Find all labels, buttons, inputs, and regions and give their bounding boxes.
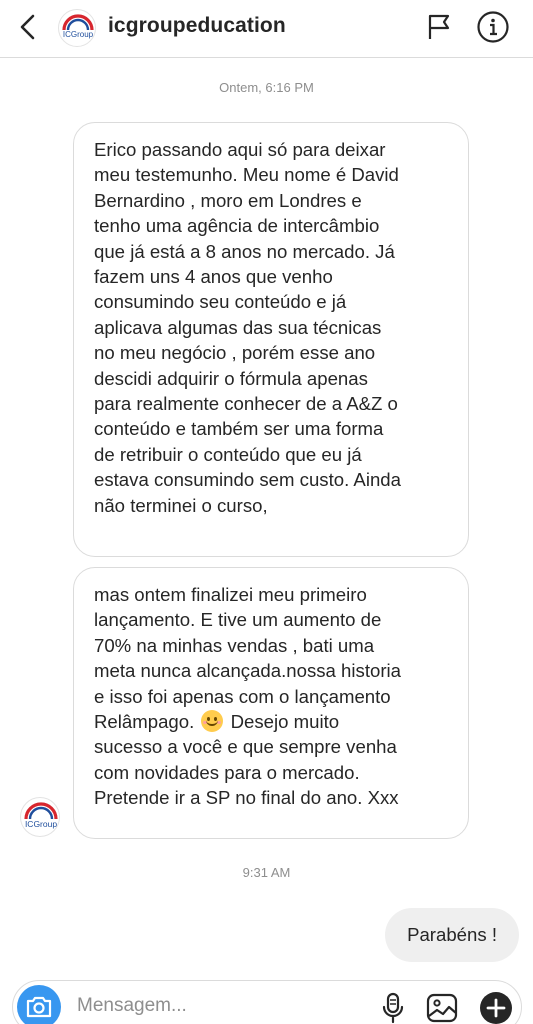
more-options-button[interactable] xyxy=(479,991,513,1024)
sender-avatar[interactable]: ICGroup xyxy=(20,797,60,837)
message-line: consumindo seu conteúdo e já xyxy=(94,291,347,313)
message-line: estava consumindo sem custo. Ainda xyxy=(94,469,401,491)
message-line: sucesso a você e que sempre venha xyxy=(94,736,397,758)
camera-icon xyxy=(26,996,52,1018)
message-line: conteúdo e também ser uma forma xyxy=(94,418,384,440)
header-avatar[interactable]: ICGroup xyxy=(58,9,96,47)
camera-button[interactable] xyxy=(17,985,61,1024)
message-text: Desejo muito xyxy=(230,711,340,733)
timestamp: Ontem, 6:16 PM xyxy=(219,80,314,95)
outgoing-message-bubble[interactable]: Parabéns ! xyxy=(385,908,519,962)
microphone-icon xyxy=(382,992,404,1024)
message-line: fazem uns 4 anos que venho xyxy=(94,266,333,288)
info-icon xyxy=(477,11,509,43)
message-line: meta nunca alcançada.nossa historia xyxy=(94,660,401,682)
plus-icon xyxy=(480,992,512,1024)
icgroup-logo: ICGroup xyxy=(24,802,58,829)
icgroup-logo: ICGroup xyxy=(62,14,94,39)
message-line: Pretende ir a SP no final do ano. Xxx xyxy=(94,787,399,809)
message-line: meu testemunho. Meu nome é David xyxy=(94,164,399,186)
report-button[interactable] xyxy=(425,12,453,42)
incoming-message-bubble[interactable]: mas ontem finalizei meu primeiro lançame… xyxy=(73,567,469,839)
message-line: Bernardino , moro em Londres e xyxy=(94,189,362,211)
smiling-face-emoji-icon xyxy=(201,710,224,733)
chat-header: ICGroup icgroupeducation xyxy=(0,0,533,58)
message-line: Erico passando aqui só para deixar xyxy=(94,139,386,160)
message-line: e isso foi apenas com o lançamento xyxy=(94,685,391,707)
image-icon xyxy=(426,993,458,1023)
message-composer xyxy=(12,980,522,1024)
incoming-message-bubble[interactable]: Erico passando aqui só para deixar meu t… xyxy=(73,122,469,557)
message-line: descidi adquirir o fórmula apenas xyxy=(94,367,368,389)
gallery-button[interactable] xyxy=(425,992,459,1024)
message-line: com novidades para o mercado. xyxy=(94,761,360,783)
info-button[interactable] xyxy=(476,10,510,44)
message-text: Relâmpago. xyxy=(94,711,195,733)
back-button[interactable] xyxy=(14,12,44,42)
message-line: para realmente conhecer de a A&Z o xyxy=(94,393,398,415)
flag-icon xyxy=(428,14,450,39)
message-line: mas ontem finalizei meu primeiro xyxy=(94,584,367,605)
message-line: tenho uma agência de intercâmbio xyxy=(94,215,380,237)
message-line: aplicava algumas das sua técnicas xyxy=(94,316,382,338)
voice-message-button[interactable] xyxy=(379,992,407,1024)
chevron-left-icon xyxy=(20,14,35,40)
avatar-logo-text: ICGroup xyxy=(25,819,57,829)
timestamp: 9:31 AM xyxy=(242,865,291,880)
message-line-with-emoji: Relâmpago. Desejo muito xyxy=(94,709,452,734)
message-line: de retribuir o conteúdo que eu já xyxy=(94,443,362,465)
message-input[interactable] xyxy=(77,991,367,1021)
conversation-title[interactable]: icgroupeducation xyxy=(108,14,286,38)
message-line: não terminei o curso, xyxy=(94,494,268,516)
avatar-logo-text: ICGroup xyxy=(63,30,94,39)
message-line: lançamento. E tive um aumento de xyxy=(94,609,382,631)
message-line: 70% na minhas vendas , bati uma xyxy=(94,634,375,656)
message-line: no meu negócio , porém esse ano xyxy=(94,342,376,364)
message-line: que já está a 8 anos no mercado. Já xyxy=(94,240,395,262)
